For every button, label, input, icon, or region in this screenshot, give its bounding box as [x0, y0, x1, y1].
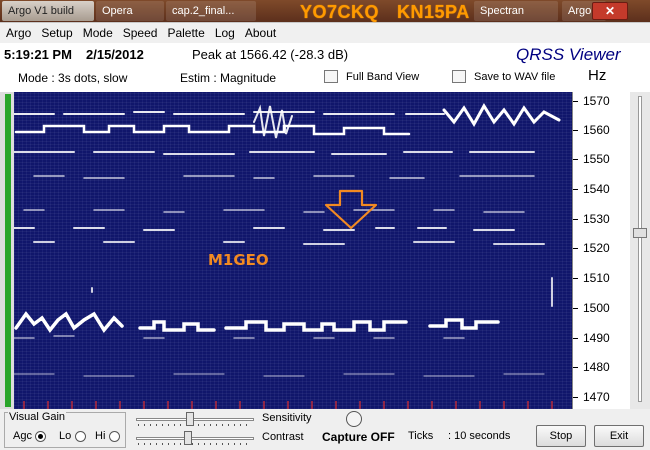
signal-trace-1566: [14, 111, 445, 115]
clock-time: 5:19:21 PM: [4, 47, 72, 62]
taskbar: Argo V1 build Opera cap.2_final... Spect…: [0, 0, 650, 22]
signal-burst-right: [442, 103, 561, 127]
sensitivity-thumb[interactable]: [186, 412, 194, 426]
exit-button[interactable]: Exit: [594, 425, 644, 447]
freq-label-1540: 1540: [583, 182, 610, 196]
capture-status: Capture OFF: [322, 430, 395, 444]
full-band-view-label: Full Band View: [346, 71, 420, 83]
sensitivity-track: [136, 418, 254, 421]
spectrogram-traces: [14, 103, 561, 409]
hi-radio[interactable]: [109, 431, 120, 442]
app-title: QRSS Viewer: [516, 45, 621, 64]
callsign-text: YO7CKQ: [300, 2, 380, 22]
agc-label: Agc: [13, 430, 32, 442]
freq-tick: [573, 189, 578, 190]
freq-label-1500: 1500: [583, 301, 610, 315]
freq-label-1550: 1550: [583, 152, 610, 166]
freq-tick: [573, 130, 578, 131]
freq-label-1510: 1510: [583, 271, 610, 285]
ticks-value: : 10 seconds: [448, 430, 511, 442]
signal-line-1521: [33, 241, 545, 245]
control-panel: Agc Lo Hi Visual Gain Sensitivity Contra…: [0, 409, 650, 450]
stop-button[interactable]: Stop: [536, 425, 586, 447]
signal-line-1552: [14, 151, 535, 155]
freq-label-1530: 1530: [583, 212, 610, 226]
window-controls: ✕: [592, 2, 628, 20]
sensitivity-label: Sensitivity: [262, 412, 312, 424]
menu-setup[interactable]: Setup: [41, 26, 72, 40]
signal-line-1544: [33, 175, 535, 179]
menu-mode[interactable]: Mode: [83, 26, 113, 40]
contrast-slider[interactable]: [136, 431, 254, 445]
signal-mark-1502: [91, 277, 553, 307]
menu-palette[interactable]: Palette: [167, 26, 204, 40]
freq-tick: [573, 338, 578, 339]
freq-tick: [573, 248, 578, 249]
menu-bar: Argo Setup Mode Speed Palette Log About: [0, 23, 650, 43]
signal-trace-1560: [14, 124, 411, 136]
taskbar-item-argo-build[interactable]: Argo V1 build: [2, 1, 94, 21]
signal-smear-m1geo: [14, 335, 465, 339]
ticks-label: Ticks: [408, 430, 434, 442]
spectrogram-display[interactable]: M1GEO: [14, 92, 572, 409]
mode-readout: Mode : 3s dots, slow: [18, 71, 128, 85]
signal-line-1526: [14, 227, 515, 231]
locator-text: KN15PA: [397, 2, 470, 22]
hi-label: Hi: [95, 430, 106, 442]
freq-label-1480: 1480: [583, 360, 610, 374]
peak-readout: Peak at 1566.42 (-28.3 dB): [192, 47, 349, 62]
taskbar-item-opera[interactable]: Opera: [96, 1, 164, 21]
signal-trace-m1geo: [14, 311, 500, 333]
level-strip: [0, 92, 14, 409]
freq-tick: [573, 397, 578, 398]
estim-readout: Estim : Magnitude: [180, 71, 277, 85]
clock-date: 2/15/2012: [86, 47, 144, 62]
signal-line-1530: [23, 209, 525, 213]
frequency-scale: 1570 1560 1550 1540 1530 1520 1510 1500 …: [572, 92, 630, 409]
freq-label-1560: 1560: [583, 123, 610, 137]
freq-tick: [573, 278, 578, 279]
time-tick-marks: [23, 401, 553, 409]
freq-label-1520: 1520: [583, 241, 610, 255]
contrast-label: Contrast: [262, 431, 304, 443]
signal-line-1478: [14, 373, 545, 377]
callsign-overlay: YO7CKQ KN15PA: [300, 2, 488, 23]
menu-argo[interactable]: Argo: [6, 26, 31, 40]
menu-log[interactable]: Log: [215, 26, 235, 40]
vertical-scroll-panel: [630, 92, 650, 409]
full-band-view-checkbox[interactable]: [324, 70, 338, 83]
lo-label: Lo: [59, 430, 72, 442]
frequency-slider-thumb[interactable]: [633, 228, 647, 238]
frequency-slider-track[interactable]: [638, 96, 642, 402]
contrast-track: [136, 437, 254, 440]
freq-label-1470: 1470: [583, 390, 610, 404]
freq-tick: [573, 367, 578, 368]
status-area: 5:19:21 PM 2/15/2012 Peak at 1566.42 (-2…: [0, 43, 650, 92]
freq-label-1490: 1490: [583, 331, 610, 345]
capture-indicator-icon[interactable]: [346, 411, 362, 427]
save-wav-checkbox[interactable]: [452, 70, 466, 83]
close-window-button[interactable]: ✕: [592, 2, 628, 20]
visual-gain-title: Visual Gain: [8, 411, 67, 423]
menu-about[interactable]: About: [245, 26, 276, 40]
station-label: M1GEO: [208, 251, 269, 269]
sensitivity-slider[interactable]: [136, 412, 254, 426]
taskbar-item-cap-final[interactable]: cap.2_final...: [166, 1, 256, 21]
signal-level-bar: [5, 94, 11, 407]
frequency-unit: Hz: [588, 67, 607, 84]
lo-radio[interactable]: [75, 431, 86, 442]
agc-radio[interactable]: [35, 431, 46, 442]
freq-tick: [573, 219, 578, 220]
sensitivity-ticks: [138, 424, 252, 426]
freq-tick: [573, 101, 578, 102]
freq-tick: [573, 308, 578, 309]
freq-tick: [573, 159, 578, 160]
menu-speed[interactable]: Speed: [123, 26, 158, 40]
contrast-ticks: [138, 443, 252, 445]
save-wav-label: Save to WAV file: [474, 71, 556, 83]
contrast-thumb[interactable]: [184, 431, 192, 445]
freq-label-1570: 1570: [583, 94, 610, 108]
